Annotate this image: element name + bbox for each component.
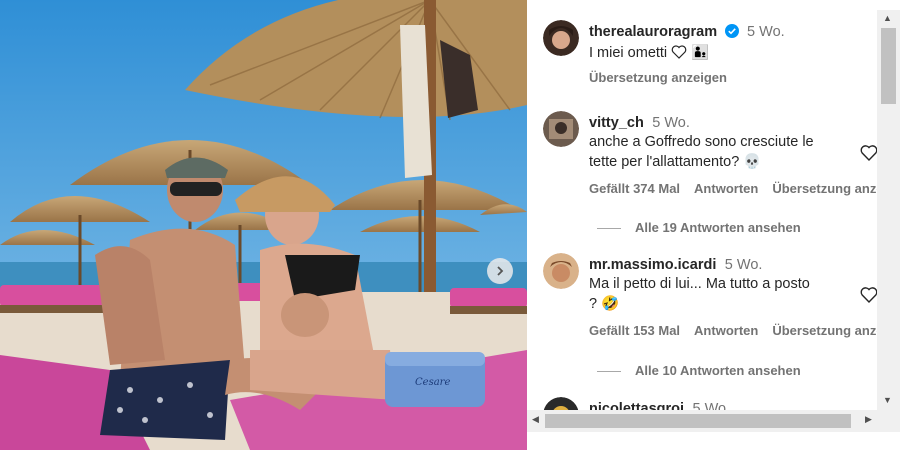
scroll-up-arrow-icon[interactable]: ▲	[883, 13, 892, 23]
caption-username[interactable]: therealauroragram	[589, 24, 717, 40]
avatar[interactable]	[543, 253, 579, 289]
caption-emoji: 👨‍👦	[691, 45, 710, 61]
scrollbar-corner	[877, 410, 900, 432]
avatar-image	[543, 111, 579, 147]
comment-time[interactable]: 5 Wo.	[725, 257, 763, 273]
caption-text: I miei ometti	[589, 45, 668, 61]
panel-footer	[527, 432, 900, 450]
avatar[interactable]	[543, 111, 579, 147]
comment-text-line: Ma il petto di lui... Ma tutto a posto	[589, 276, 810, 292]
avatar[interactable]	[543, 20, 579, 56]
view-replies-button[interactable]: Alle 19 Antworten ansehen	[597, 220, 801, 235]
avatar-image	[543, 20, 579, 56]
comments-panel: therealauroragram 5 Wo. I miei ometti 👨‍…	[527, 0, 900, 450]
horizontal-scroll-thumb[interactable]	[545, 414, 851, 428]
replies-divider	[597, 371, 621, 373]
comment-likes[interactable]: Gefällt 374 Mal	[589, 181, 680, 196]
comment-likes[interactable]: Gefällt 153 Mal	[589, 323, 680, 338]
comment-text-line: anche a Goffredo sono cresciute le	[589, 134, 814, 150]
comment-block: vitty_ch 5 Wo. anche a Goffredo sono cre…	[589, 114, 900, 196]
comment-meta: Gefällt 153 Mal Antworten Übersetzung anze…	[589, 323, 900, 338]
caption-time[interactable]: 5 Wo.	[747, 24, 785, 40]
verified-badge-icon	[724, 24, 739, 38]
next-image-button[interactable]	[487, 258, 513, 284]
comment-time[interactable]: 5 Wo.	[652, 115, 690, 131]
comment-username[interactable]: vitty_ch	[589, 115, 644, 131]
vertical-scroll-thumb[interactable]	[881, 28, 896, 104]
caption-block: therealauroragram 5 Wo. I miei ometti 👨‍…	[589, 23, 879, 85]
replies-divider	[597, 228, 621, 230]
scroll-down-arrow-icon[interactable]: ▼	[883, 395, 892, 405]
reply-button[interactable]: Antworten	[694, 323, 758, 338]
horizontal-scrollbar[interactable]: ◀ ▶	[527, 410, 877, 432]
scroll-left-arrow-icon[interactable]: ◀	[532, 414, 539, 425]
reply-button[interactable]: Antworten	[694, 181, 758, 196]
post-photo: Cesare	[0, 0, 527, 450]
view-replies-text: Alle 19 Antworten ansehen	[635, 220, 801, 235]
comment-meta: Gefällt 374 Mal Antworten Übersetzung anze…	[589, 181, 900, 196]
caption-text-row: I miei ometti 👨‍👦	[589, 43, 879, 63]
scroll-right-arrow-icon[interactable]: ▶	[865, 414, 872, 425]
view-replies-button[interactable]: Alle 10 Antworten ansehen	[597, 363, 801, 378]
heart-outline-emoji-icon	[671, 45, 687, 59]
comment-block: mr.massimo.icardi 5 Wo. Ma il petto di l…	[589, 256, 900, 338]
heart-outline-icon[interactable]	[860, 286, 878, 304]
avatar-image	[543, 253, 579, 289]
vertical-scrollbar[interactable]: ▲ ▼	[877, 10, 900, 410]
comment-username[interactable]: mr.massimo.icardi	[589, 257, 716, 273]
chevron-right-icon	[497, 266, 504, 276]
comment-text-line: ? 🤣	[589, 296, 620, 312]
view-replies-text: Alle 10 Antworten ansehen	[635, 363, 801, 378]
caption-translate[interactable]: Übersetzung anzeigen	[589, 70, 879, 85]
bag-brand-text: Cesare	[415, 377, 451, 388]
comment-text-line: tette per l'allattamento? 💀	[589, 154, 762, 170]
heart-outline-icon[interactable]	[860, 144, 878, 162]
